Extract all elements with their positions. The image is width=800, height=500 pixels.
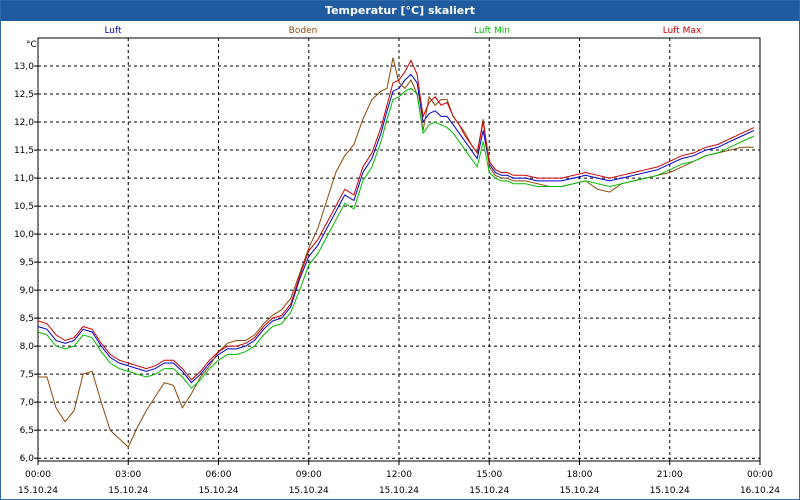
x-tick-time-label: 09:00 — [296, 470, 322, 480]
x-tick-date-label: 15.10.24 — [469, 486, 509, 496]
legend-entry: Luft Min — [474, 26, 510, 36]
x-tick-date-label: 16.10.24 — [740, 486, 780, 496]
y-tick-label: 10,0 — [14, 230, 34, 240]
x-tick-date-label: 15.10.24 — [198, 486, 238, 496]
x-tick-date-label: 15.10.24 — [559, 486, 599, 496]
y-tick-label: 6,5 — [20, 426, 34, 436]
legend-entry: Luft — [104, 26, 122, 36]
x-tick-time-label: 06:00 — [206, 470, 232, 480]
y-tick-label: 8,0 — [20, 342, 35, 352]
y-axis: °C 6,0 6,5 7,0 7,5 8,0 8,5 9,0 9,5 10,0 10,5 11,0 1… — [14, 40, 38, 464]
y-tick-label: 9,5 — [20, 258, 34, 268]
y-tick-label: 12,0 — [14, 118, 34, 128]
x-tick-time-label: 15:00 — [476, 470, 502, 480]
y-tick-label: 7,0 — [20, 398, 35, 408]
y-tick-label: 13,0 — [14, 62, 34, 72]
y-tick-label: 11,5 — [14, 146, 34, 156]
x-tick-time-label: 03:00 — [115, 470, 141, 480]
x-axis: 00:00 15.10.24 03:00 15.10.24 06:00 15.10.24 0… — [18, 461, 780, 496]
x-tick-time-label: 00:00 — [747, 470, 773, 480]
y-tick-label: 12,5 — [14, 90, 34, 100]
x-tick-date-label: 15.10.24 — [108, 486, 148, 496]
y-tick-label: 11,0 — [14, 174, 34, 184]
y-tick-label: 9,0 — [20, 286, 35, 296]
x-tick-time-label: 00:00 — [25, 470, 51, 480]
y-tick-label: 8,5 — [20, 314, 34, 324]
y-tick-label: 6,0 — [20, 454, 35, 464]
y-tick-label: 10,5 — [14, 202, 34, 212]
x-tick-time-label: 18:00 — [567, 470, 593, 480]
legend: Luft Boden Luft Min Luft Max — [104, 26, 702, 36]
x-tick-time-label: 12:00 — [386, 470, 412, 480]
legend-entry: Luft Max — [663, 26, 702, 36]
legend-entry: Boden — [289, 26, 318, 36]
x-tick-time-label: 21:00 — [657, 470, 683, 480]
y-tick-label: 7,5 — [20, 370, 34, 380]
x-tick-date-label: 15.10.24 — [289, 486, 329, 496]
y-axis-unit-label: °C — [26, 40, 37, 50]
x-tick-date-label: 15.10.24 — [379, 486, 419, 496]
line-chart: Luft Boden Luft Min Luft Max °C 6,0 6,5 7,0 7,… — [14, 26, 780, 496]
x-tick-date-label: 15.10.24 — [650, 486, 690, 496]
x-tick-date-label: 15.10.24 — [18, 486, 58, 496]
